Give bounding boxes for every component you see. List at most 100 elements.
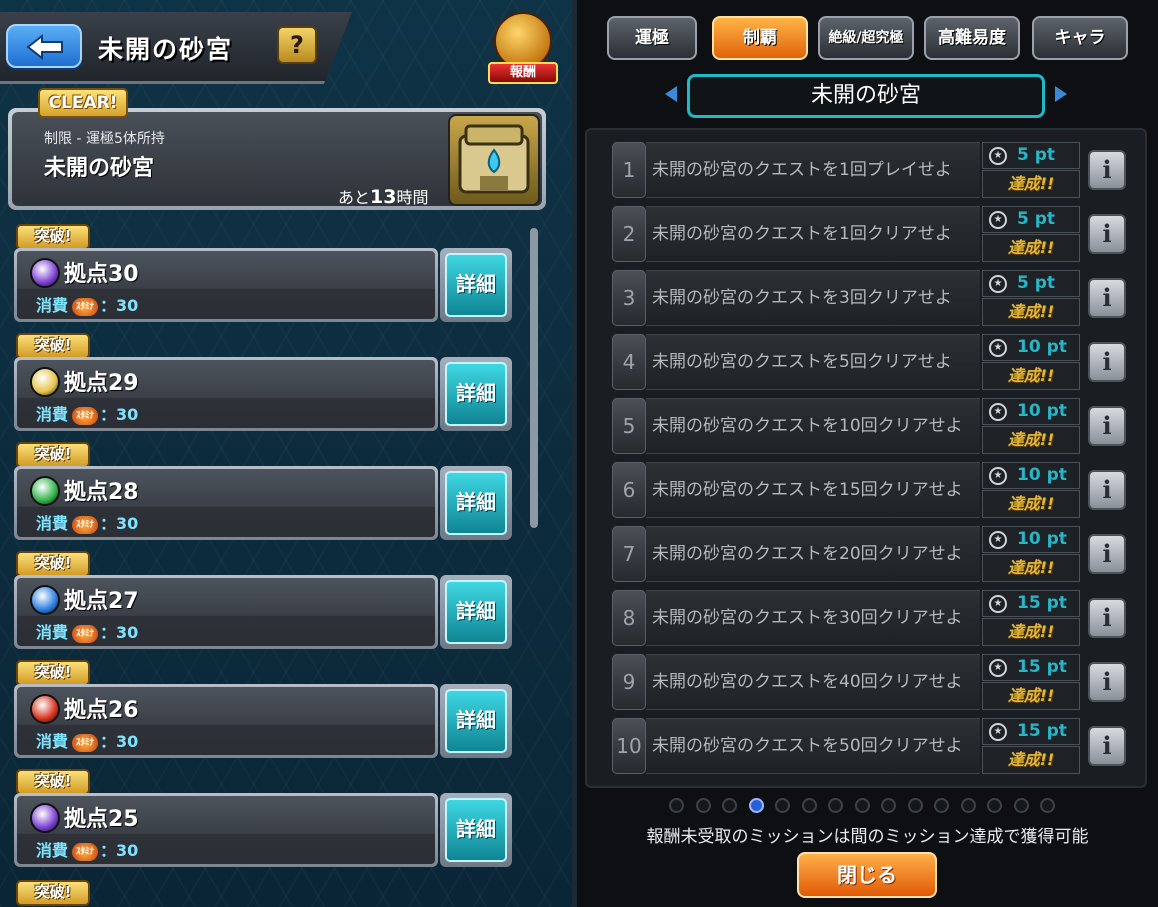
tab-zekkyu[interactable]: 絶級/超究極 [818,16,914,60]
back-button[interactable] [6,24,82,68]
mission-row: 2 未開の砂宮のクエストを1回クリアせよ ★ 5 pt 達成!! i [612,206,1126,262]
page-dot[interactable] [934,798,949,813]
info-button[interactable]: i [1088,662,1126,702]
close-button[interactable]: 閉じる [797,852,937,898]
stage-bar[interactable]: 拠点27 消費 ｽﾀﾐﾅ ：30 [14,575,438,649]
prev-arrow-icon[interactable] [665,86,677,102]
achieved-label: 達成!! [982,746,1080,774]
mission-points: ★ 15 pt [982,718,1080,745]
breach-badge: 突破! [16,660,90,686]
tab-seiha[interactable]: 制覇 [712,16,808,60]
info-button[interactable]: i [1088,470,1126,510]
stage-name: 拠点27 [64,589,139,614]
page-dot[interactable] [881,798,896,813]
mission-text: 未開の砂宮のクエストを50回クリアせよ [646,718,980,774]
tab-bar: 運極 制覇 絶級/超究極 高難易度 キャラ [577,16,1158,62]
page-dot[interactable] [669,798,684,813]
detail-button[interactable]: 詳細 [440,466,512,540]
scrollbar[interactable] [530,228,538,528]
page-dot[interactable] [801,798,817,813]
tab-high-difficulty[interactable]: 高難易度 [924,16,1020,60]
mission-text: 未開の砂宮のクエストを10回クリアせよ [646,398,980,454]
point-star-icon: ★ [989,723,1007,741]
info-button[interactable]: i [1088,726,1126,766]
page-dot[interactable] [748,798,764,813]
detail-button[interactable]: 詳細 [440,357,512,431]
achieved-label: 達成!! [982,426,1080,454]
quest-chest-icon [448,114,540,206]
page-dot[interactable] [722,798,737,813]
info-button[interactable]: i [1088,598,1126,638]
stage-row[interactable]: 突破! 拠点30 消費 ｽﾀﾐﾅ ：30 詳細 [14,224,512,322]
cost-value: ：30 [100,514,139,533]
page-dot[interactable] [987,798,1002,813]
tab-unkyoku[interactable]: 運極 [607,16,697,60]
detail-label: 詳細 [445,798,507,862]
element-wood-icon [30,476,60,506]
points-value: 5 pt [1017,209,1056,229]
point-star-icon: ★ [989,339,1007,357]
page-indicator [669,796,1069,816]
stage-bar[interactable]: 拠点30 消費 ｽﾀﾐﾅ ：30 [14,248,438,322]
cost-value: ：30 [100,296,139,315]
stage-row[interactable]: 突破! 拠点29 消費 ｽﾀﾐﾅ ：30 詳細 [14,333,512,431]
time-prefix: あと [338,188,371,207]
stage-row[interactable]: 突破! 拠点28 消費 ｽﾀﾐﾅ ：30 詳細 [14,442,512,540]
mission-points: ★ 10 pt [982,526,1080,553]
info-button[interactable]: i [1088,278,1126,318]
detail-button[interactable]: 詳細 [440,793,512,867]
info-button[interactable]: i [1088,150,1126,190]
detail-button[interactable]: 詳細 [440,248,512,322]
element-dark-icon [30,258,60,288]
points-value: 5 pt [1017,145,1056,165]
stage-name: 拠点28 [64,480,139,505]
info-button[interactable]: i [1088,534,1126,574]
detail-button[interactable]: 詳細 [440,575,512,649]
page-dot[interactable] [960,798,976,813]
mission-number: 4 [612,334,646,390]
mission-text: 未開の砂宮のクエストを1回クリアせよ [646,206,980,262]
mission-points: ★ 15 pt [982,654,1080,681]
mission-number: 7 [612,526,646,582]
detail-label: 詳細 [445,253,507,317]
detail-button[interactable]: 詳細 [440,684,512,758]
page-dot[interactable] [1013,798,1029,813]
tab-character[interactable]: キャラ [1032,16,1128,60]
cost-label: 消費 [36,405,69,424]
info-button[interactable]: i [1088,342,1126,382]
stage-bar[interactable]: 拠点29 消費 ｽﾀﾐﾅ ：30 [14,357,438,431]
mission-title: 未開の砂宮 [687,74,1045,118]
mission-row: 6 未開の砂宮のクエストを15回クリアせよ ★ 10 pt 達成!! i [612,462,1126,518]
page-dot[interactable] [907,798,923,813]
mission-text: 未開の砂宮のクエストを40回クリアせよ [646,654,980,710]
breach-badge: 突破! [16,880,90,906]
help-button[interactable]: ? [277,26,317,64]
cost-label: 消費 [36,514,69,533]
achieved-label: 達成!! [982,298,1080,326]
stage-bar[interactable]: 拠点28 消費 ｽﾀﾐﾅ ：30 [14,466,438,540]
point-star-icon: ★ [989,531,1007,549]
reward-button[interactable]: 報酬 [484,8,562,86]
quest-name: 未開の砂宮 [44,156,155,181]
info-button[interactable]: i [1088,214,1126,254]
reward-note: 報酬未受取のミッションは間のミッション達成で獲得可能 [646,827,1089,847]
page-dot[interactable] [854,798,870,813]
stage-row[interactable]: 突破! 拠点26 消費 ｽﾀﾐﾅ ：30 詳細 [14,660,512,758]
stage-row[interactable]: 突破! 拠点27 消費 ｽﾀﾐﾅ ：30 詳細 [14,551,512,649]
info-button[interactable]: i [1088,406,1126,446]
page-dot[interactable] [828,798,843,813]
next-arrow-icon[interactable] [1055,86,1067,102]
stage-bar[interactable]: 拠点25 消費 ｽﾀﾐﾅ ：30 [14,793,438,867]
cost-label: 消費 [36,732,69,751]
achieved-label: 達成!! [982,170,1080,198]
achieved-label: 達成!! [982,682,1080,710]
page-dot[interactable] [1040,798,1055,813]
stage-row[interactable]: 突破! 拠点25 消費 ｽﾀﾐﾅ ：30 詳細 [14,769,512,867]
element-dark-icon [30,803,60,833]
stamina-cost: 消費 ｽﾀﾐﾅ ：30 [36,837,138,861]
stage-bar[interactable]: 拠点26 消費 ｽﾀﾐﾅ ：30 [14,684,438,758]
page-dot[interactable] [695,798,711,813]
breach-badge: 突破! [16,769,90,795]
page-dot[interactable] [775,798,790,813]
page-title: 未開の砂宮 [98,35,234,64]
